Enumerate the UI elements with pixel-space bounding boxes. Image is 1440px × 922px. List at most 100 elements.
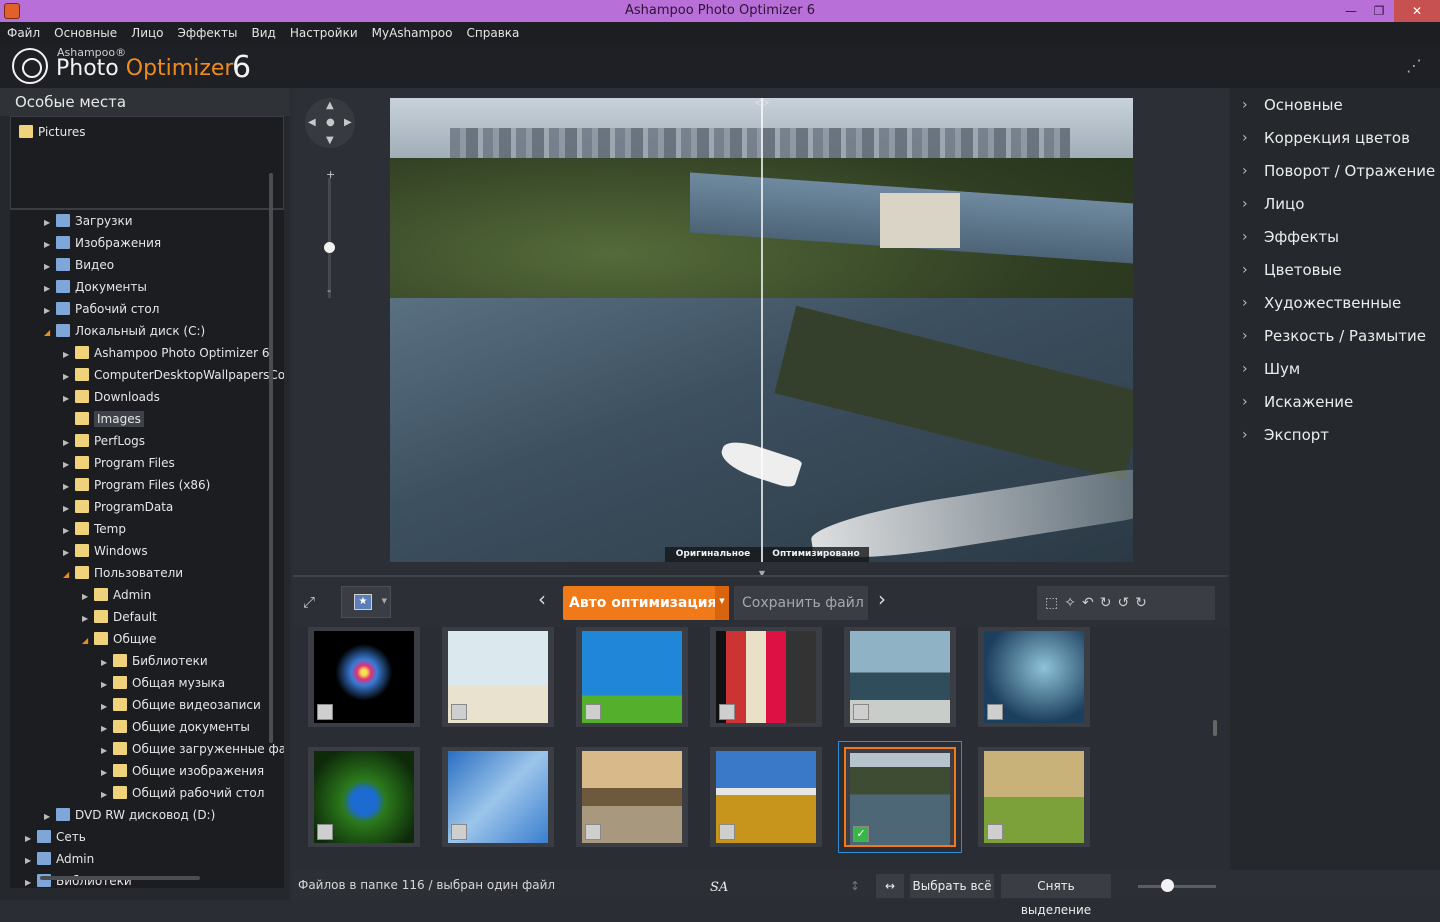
pan-down-icon[interactable]: ▼ — [326, 135, 334, 146]
sort-vertical-icon[interactable]: ↕ — [841, 874, 869, 898]
fullscreen-icon[interactable]: ⤢ — [303, 593, 321, 611]
collapsed-arrow-icon[interactable]: ▶ — [63, 366, 75, 388]
tree-item[interactable]: ▶ Admin — [82, 584, 151, 606]
checkbox-icon[interactable] — [987, 824, 1003, 840]
tree-item[interactable]: ◢ Общие — [82, 628, 156, 650]
collapsed-arrow-icon[interactable]: ▶ — [44, 234, 56, 256]
thumbnail-wheat-field[interactable] — [710, 747, 822, 847]
chevron-down-icon[interactable]: ▼ — [715, 586, 729, 620]
collapsed-arrow-icon[interactable]: ▶ — [25, 850, 37, 872]
menu-item-5[interactable]: Настройки — [283, 22, 365, 44]
tree-item[interactable]: ▶ Ashampoo Photo Optimizer 6 — [63, 342, 269, 364]
tree-item[interactable]: ▶ Общий рабочий стол — [101, 782, 264, 804]
places-item-pictures[interactable]: Pictures — [19, 125, 86, 139]
collapsed-arrow-icon[interactable]: ▶ — [101, 718, 113, 740]
checkbox-icon[interactable] — [451, 704, 467, 720]
auto-optimize-button[interactable]: Авто оптимизация ▼ — [563, 586, 729, 620]
zoom-minus[interactable]: - — [327, 284, 331, 297]
favorite-button[interactable]: ★ ▼ — [341, 586, 391, 618]
magic-stars-icon[interactable]: ✧ — [1064, 595, 1082, 611]
panel-section-9[interactable]: › Искажение — [1230, 387, 1440, 420]
tree-item[interactable]: ▶ ComputerDesktopWallpapersCo — [63, 364, 284, 386]
tree-horizontal-scrollbar[interactable] — [40, 876, 200, 880]
tree-item[interactable]: ▶ Admin — [25, 848, 94, 870]
panel-section-7[interactable]: › Резкость / Размытие — [1230, 321, 1440, 354]
menu-item-3[interactable]: Эффекты — [171, 22, 245, 44]
minimize-icon[interactable]: — — [1336, 0, 1366, 22]
menu-item-7[interactable]: Справка — [460, 22, 527, 44]
compare-split-line[interactable] — [761, 98, 763, 562]
close-icon[interactable]: ✕ — [1394, 0, 1440, 22]
undo-icon[interactable]: ↶ — [1082, 595, 1100, 611]
collapsed-arrow-icon[interactable]: ▶ — [82, 586, 94, 608]
collapsed-arrow-icon[interactable]: ▶ — [44, 256, 56, 278]
panel-section-3[interactable]: › Лицо — [1230, 189, 1440, 222]
panel-section-1[interactable]: › Коррекция цветов — [1230, 123, 1440, 156]
expanded-arrow-icon[interactable]: ◢ — [63, 564, 75, 586]
checkbox-icon[interactable] — [987, 704, 1003, 720]
chevron-down-icon[interactable]: ▼ — [382, 597, 387, 605]
tree-item[interactable]: ▶ Общие документы — [101, 716, 250, 738]
thumbnail-rocky-coast[interactable] — [844, 627, 956, 727]
tree-item[interactable]: ◢ Локальный диск (C:) — [44, 320, 205, 342]
next-image-icon[interactable]: › — [878, 587, 886, 611]
thumbnail-wave-dragon[interactable] — [978, 627, 1090, 727]
tree-item[interactable]: ▶ Общие видеозаписи — [101, 694, 261, 716]
deselect-button[interactable]: Снять выделение — [1001, 874, 1111, 917]
collapsed-arrow-icon[interactable]: ▶ — [101, 784, 113, 806]
collapsed-arrow-icon[interactable]: ▶ — [44, 278, 56, 300]
collapsed-arrow-icon[interactable]: ▶ — [63, 432, 75, 454]
collapsed-arrow-icon[interactable]: ▶ — [101, 696, 113, 718]
checkbox-icon[interactable] — [451, 824, 467, 840]
collapsed-arrow-icon[interactable]: ▶ — [82, 608, 94, 630]
panel-section-6[interactable]: › Художественные — [1230, 288, 1440, 321]
collapsed-arrow-icon[interactable]: ▶ — [63, 344, 75, 366]
pan-right-icon[interactable]: ▶ — [344, 117, 352, 128]
tree-item[interactable]: ▶ Загрузки — [44, 210, 133, 232]
tree-item[interactable]: ▶ Видео — [44, 254, 114, 276]
menu-item-2[interactable]: Лицо — [124, 22, 170, 44]
tree-item[interactable]: ▶ Сеть — [25, 826, 86, 848]
checkbox-icon[interactable] — [585, 704, 601, 720]
collapsed-arrow-icon[interactable]: ▶ — [25, 828, 37, 850]
zoom-slider[interactable] — [328, 178, 331, 298]
menu-item-0[interactable]: Файл — [0, 22, 47, 44]
thumbnail-fireworks[interactable] — [308, 627, 420, 727]
collapsed-arrow-icon[interactable]: ▶ — [101, 674, 113, 696]
thumbnail-cocktails[interactable] — [710, 627, 822, 727]
checkbox-icon[interactable] — [853, 704, 869, 720]
thumbnail-scrollbar[interactable] — [1213, 720, 1217, 736]
thumbnail-sunset-cliffs[interactable] — [576, 747, 688, 847]
thumbnail-city-bay[interactable]: ✓ — [838, 741, 962, 853]
thumbnail-butterfly[interactable] — [308, 747, 420, 847]
collapsed-arrow-icon[interactable]: ▶ — [63, 542, 75, 564]
pan-center-icon[interactable]: ● — [326, 117, 335, 128]
tree-item[interactable]: ◢ Пользователи — [63, 562, 183, 584]
thumbnail-cirrus-sky[interactable] — [442, 747, 554, 847]
panel-section-2[interactable]: › Поворот / Отражение — [1230, 156, 1440, 189]
checkbox-icon[interactable] — [585, 824, 601, 840]
tree-scrollbar[interactable] — [269, 173, 273, 743]
prev-image-icon[interactable]: ‹ — [538, 587, 546, 611]
pan-up-icon[interactable]: ▲ — [326, 100, 334, 111]
tree-item[interactable]: ▶ Temp — [63, 518, 126, 540]
menu-item-1[interactable]: Основные — [47, 22, 124, 44]
tree-item[interactable]: ▶ Библиотеки — [101, 650, 208, 672]
collapsed-arrow-icon[interactable]: ▶ — [101, 652, 113, 674]
panel-section-5[interactable]: › Цветовые — [1230, 255, 1440, 288]
collapsed-arrow-icon[interactable]: ▶ — [101, 740, 113, 762]
tree-item[interactable]: ▶ Default — [82, 606, 157, 628]
tree-item[interactable]: ▶ ProgramData — [63, 496, 173, 518]
collapsed-arrow-icon[interactable]: ▶ — [63, 388, 75, 410]
split-handle-icon[interactable]: ◁▷ — [752, 98, 772, 110]
tree-item[interactable]: ▶ Общие загруженные фа — [101, 738, 284, 760]
tree-item[interactable]: ▶ Program Files — [63, 452, 175, 474]
thumbnail-palm-beach[interactable] — [442, 627, 554, 727]
tree-item[interactable]: ▶ Program Files (x86) — [63, 474, 210, 496]
rotate-icon[interactable]: ↻ — [1100, 595, 1118, 611]
sort-horizontal-icon[interactable]: ↔ — [876, 874, 904, 898]
tree-item[interactable]: ▶ Документы — [44, 276, 147, 298]
thumbnail-size-knob[interactable] — [1161, 879, 1174, 892]
checkbox-icon[interactable] — [719, 704, 735, 720]
collapsed-arrow-icon[interactable]: ▶ — [63, 476, 75, 498]
